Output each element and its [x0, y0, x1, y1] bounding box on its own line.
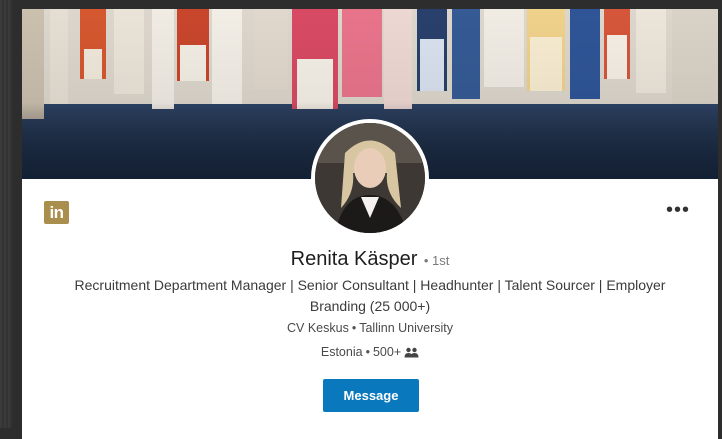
location-row: Estonia • 500+: [22, 344, 718, 362]
linkedin-logo-icon: in: [44, 201, 69, 224]
name-row: Renita Käsper • 1st: [22, 247, 718, 273]
company-school-row: CV Keskus • Tallinn University: [22, 320, 718, 336]
profile-name: Renita Käsper: [290, 248, 418, 270]
connections-icon: [404, 346, 419, 362]
separator-dot: •: [351, 321, 357, 335]
profile-photo[interactable]: [311, 119, 429, 237]
message-button[interactable]: Message: [323, 379, 419, 412]
separator-dot: •: [365, 345, 370, 359]
profile-photo-image: [315, 123, 425, 233]
current-company: CV Keskus: [286, 321, 349, 335]
location: Estonia: [320, 345, 363, 359]
more-options-icon[interactable]: •••: [666, 200, 690, 220]
profile-headline: Recruitment Department Manager | Senior …: [74, 277, 666, 314]
page-background-strip: [0, 0, 12, 428]
profile-card: in ••• Renita Käsper • 1st Recruitment D…: [22, 9, 718, 439]
school: Tallinn University: [359, 321, 453, 335]
connection-degree: • 1st: [423, 253, 450, 268]
connections-count[interactable]: 500+: [373, 345, 401, 359]
